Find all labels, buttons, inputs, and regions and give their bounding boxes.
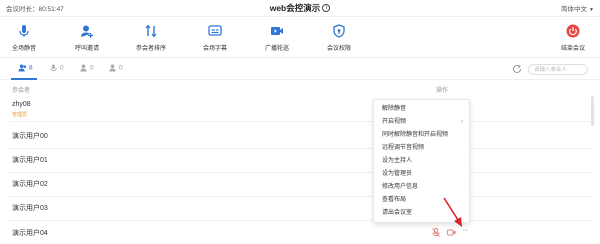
chevron-down-icon: ▼: [589, 7, 594, 13]
end-meeting-label: 结束会议: [560, 46, 585, 52]
menu-item-label: 开启视频: [382, 119, 407, 125]
menu-item-set-host[interactable]: 设为主持人: [374, 155, 469, 167]
table-row[interactable]: 演示用户04 ···: [10, 219, 590, 244]
add-user-icon: [81, 25, 94, 38]
meeting-permission-button[interactable]: 会议权限: [314, 24, 364, 52]
tab-offline-count: 0: [119, 64, 123, 72]
broadcast-patrol-button[interactable]: 广播轮巡: [252, 24, 302, 52]
menu-item-set-admin[interactable]: 设为管理员: [374, 168, 469, 180]
menu-item-unmute-and-video[interactable]: 同时解除静音和开启视频: [374, 129, 469, 141]
tab-raised-count: 0: [90, 64, 94, 72]
broadcast-patrol-label: 广播轮巡: [264, 46, 289, 52]
menu-item-unmute[interactable]: 解除静音: [374, 103, 469, 115]
camera-off-icon[interactable]: [447, 229, 456, 236]
participant-name: zhy08: [12, 101, 31, 108]
participant-name: 演示用户03: [12, 205, 48, 212]
participant-name: 演示用户01: [12, 157, 48, 164]
end-meeting-button[interactable]: 结束会议: [548, 24, 598, 52]
subtitle-label: 会场字幕: [202, 46, 227, 52]
user-icon: [109, 64, 116, 72]
power-icon: [566, 24, 580, 38]
language-label: 简体中文: [561, 6, 588, 13]
microphone-off-icon[interactable]: [432, 228, 440, 237]
table-row[interactable]: zhy08 管理员: [10, 96, 590, 122]
meeting-permission-label: 会议权限: [326, 46, 351, 52]
tab-muted[interactable]: 0: [49, 64, 64, 72]
mute-all-label: 全场静音: [11, 46, 36, 52]
top-bar: 会议时长：80:51:47 web会控演示 i 简体中文 ▼: [0, 0, 600, 17]
participant-name: 演示用户02: [12, 181, 48, 188]
tab-offline[interactable]: 0: [108, 64, 123, 72]
call-invite-label: 呼叫邀请: [74, 46, 99, 52]
language-select[interactable]: 简体中文 ▼: [561, 3, 594, 13]
participant-tabs: 8 0 0 0: [0, 58, 600, 80]
tab-all-participants[interactable]: 8: [18, 64, 33, 72]
menu-item-start-video[interactable]: 开启视频 ›: [374, 116, 469, 128]
microphone-icon: [50, 64, 57, 72]
scrollbar[interactable]: [591, 96, 594, 126]
annotation-arrow-icon: [443, 197, 462, 227]
table-row[interactable]: 演示用户03: [10, 195, 590, 221]
sort-participants-button[interactable]: 参会者排序: [126, 24, 176, 52]
call-invite-button[interactable]: 呼叫邀请: [62, 24, 112, 52]
search-input[interactable]: [528, 64, 588, 75]
role-badge: 管理员: [12, 112, 28, 118]
shield-icon: [333, 24, 345, 38]
column-action: 操作: [436, 88, 449, 94]
menu-item-edit-user[interactable]: 修改用户信息: [374, 181, 469, 193]
table-header: 参会者 操作: [0, 80, 600, 96]
tab-muted-count: 0: [60, 64, 64, 72]
participant-name: 演示用户04: [12, 230, 48, 237]
users-icon: [18, 64, 27, 72]
sort-icon: [145, 24, 157, 38]
tab-all-count: 8: [29, 64, 33, 72]
column-participant: 参会者: [12, 88, 31, 94]
chevron-right-icon: ›: [461, 119, 463, 125]
table-row[interactable]: 演示用户01: [10, 147, 590, 173]
page-title: web会控演示: [269, 3, 321, 13]
toolbar: 全场静音 呼叫邀请 参会者排序 会场字幕 广播轮巡 会议权限 结束会议: [0, 18, 600, 58]
title-area: web会控演示 i: [0, 2, 600, 14]
user-icon: [80, 64, 87, 72]
microphone-icon: [19, 25, 29, 37]
refresh-icon[interactable]: [512, 64, 522, 74]
mute-all-button[interactable]: 全场静音: [0, 24, 49, 52]
sort-participants-label: 参会者排序: [135, 46, 166, 52]
subtitle-icon: [208, 25, 222, 36]
table-row[interactable]: 演示用户02: [10, 171, 590, 197]
participant-name: 演示用户00: [12, 133, 48, 140]
menu-item-remote-av[interactable]: 远程调节音视频: [374, 142, 469, 154]
info-icon[interactable]: i: [322, 4, 331, 12]
table-row[interactable]: 演示用户00: [10, 123, 590, 149]
subtitle-button[interactable]: 会场字幕: [190, 24, 240, 52]
tab-raised-hand[interactable]: 0: [79, 64, 94, 72]
broadcast-icon: [271, 27, 283, 35]
